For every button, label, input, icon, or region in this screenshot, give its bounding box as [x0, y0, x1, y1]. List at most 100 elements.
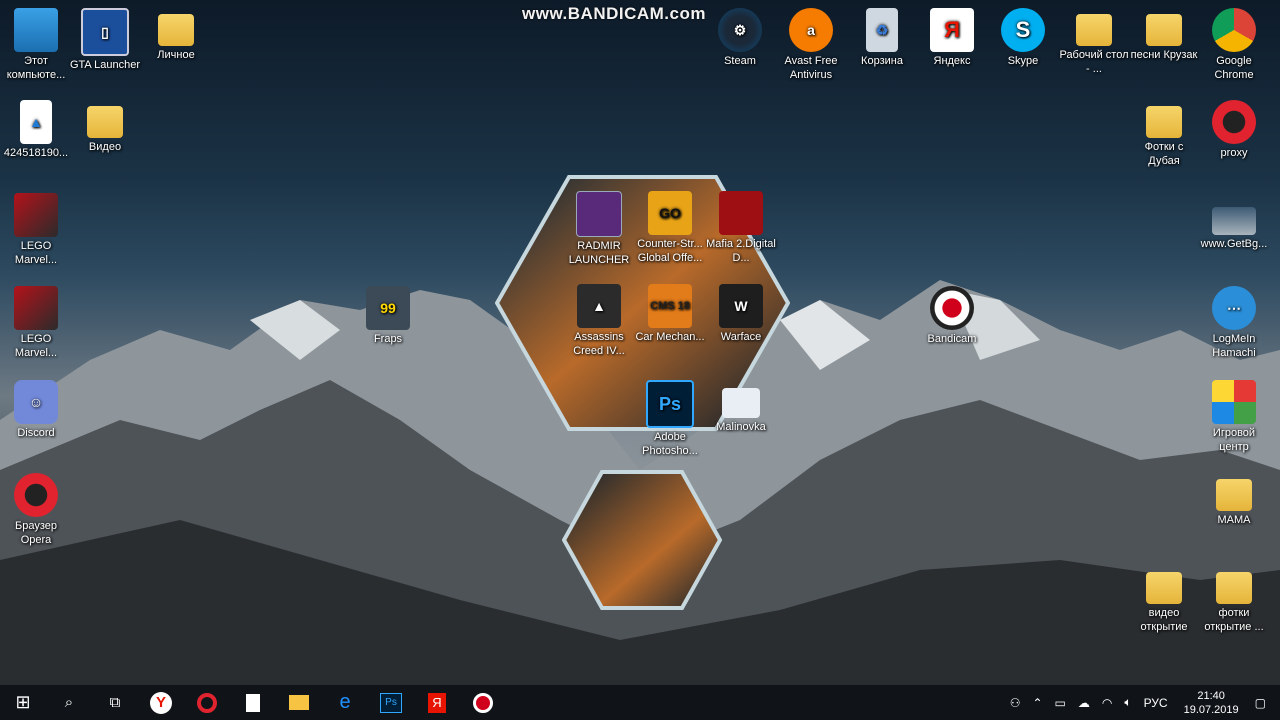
hex-fence-small — [562, 470, 722, 610]
lichnoe-folder[interactable]: Личное — [140, 8, 212, 62]
language-indicator[interactable]: РУС — [1144, 696, 1168, 710]
getbg-shortcut[interactable]: www.GetBg... — [1198, 193, 1270, 251]
chevron-up-icon[interactable]: ⌃ — [1032, 696, 1042, 710]
chrome-icon — [1212, 8, 1256, 52]
icon-label: Skype — [1007, 55, 1039, 67]
search-icon[interactable]: ⌕ — [46, 685, 92, 720]
battery-icon[interactable]: ▭ — [1055, 696, 1066, 710]
wifi-icon[interactable]: ◠ — [1102, 696, 1112, 710]
image-file-icon: ▲ — [20, 100, 52, 144]
task-view-icon[interactable]: ⧉ — [92, 685, 138, 720]
icon-label: GTA Launcher — [69, 59, 141, 71]
dubai-photos-folder[interactable]: Фотки с Дубая — [1128, 100, 1200, 168]
recycle-bin-icon: ♻ — [866, 8, 898, 52]
yandex-icon: Я — [930, 8, 974, 52]
icon-label: Корзина — [861, 55, 903, 67]
logmein-hamachi-shortcut[interactable]: ⋯ LogMeIn Hamachi — [1198, 286, 1270, 360]
mafia2-shortcut[interactable]: Mafia 2.Digital D... — [705, 191, 777, 265]
chrome-shortcut[interactable]: Google Chrome — [1198, 8, 1270, 82]
yandex-browser-taskbar-icon[interactable]: Y — [138, 685, 184, 720]
discord-shortcut[interactable]: ☺ Discord — [0, 380, 72, 440]
people-icon[interactable]: ⚇ — [1010, 696, 1021, 710]
photoshop-icon: Ps — [646, 380, 694, 428]
steam-shortcut[interactable]: ⚙ Steam — [704, 8, 776, 68]
yandex-taskbar-icon[interactable]: Я — [414, 685, 460, 720]
start-button[interactable]: ⊞ — [0, 685, 46, 720]
photoshop-taskbar-icon[interactable]: Ps — [368, 685, 414, 720]
bandicam-icon — [930, 286, 974, 330]
skype-shortcut[interactable]: S Skype — [987, 8, 1059, 68]
skype-icon: S — [1001, 8, 1045, 52]
icon-label: Steam — [724, 55, 756, 67]
icon-label: Mafia 2.Digital D... — [706, 238, 776, 264]
opera-browser-shortcut[interactable]: Браузер Opera — [0, 473, 72, 547]
icon-label: Warface — [720, 331, 762, 343]
clock-date: 19.07.2019 — [1183, 703, 1239, 716]
lego-marvel-icon — [14, 286, 58, 330]
car-mechanic-shortcut[interactable]: CMS 18 Car Mechan... — [634, 284, 706, 344]
image-file[interactable]: ▲ 424518190... — [0, 100, 72, 160]
notification-icon[interactable]: ▢ — [1255, 696, 1266, 710]
opera-icon — [1212, 100, 1256, 144]
video-opening-folder[interactable]: видео открытие — [1128, 566, 1200, 634]
file-explorer-taskbar-icon[interactable] — [276, 685, 322, 720]
songs-folder[interactable]: песни Крузак — [1128, 8, 1200, 62]
edge-taskbar-icon[interactable]: e — [322, 685, 368, 720]
this-pc-shortcut[interactable]: Этот компьюте... — [0, 8, 72, 82]
icon-label: Avast Free Antivirus — [784, 55, 838, 81]
photo-opening-folder[interactable]: фотки открытие ... — [1198, 566, 1270, 634]
icon-label: LEGO Marvel... — [14, 240, 58, 266]
lego-marvel-shortcut-2[interactable]: LEGO Marvel... — [0, 286, 72, 360]
opera-taskbar-icon[interactable] — [184, 685, 230, 720]
photoshop-shortcut[interactable]: Ps Adobe Photosho... — [634, 380, 706, 458]
rubik-cube-icon — [1212, 380, 1256, 424]
wallpaper-thumbnail-icon — [1212, 207, 1256, 235]
recycle-bin[interactable]: ♻ Корзина — [846, 8, 918, 68]
folder-icon — [1216, 572, 1252, 604]
icon-label: Fraps — [373, 333, 403, 345]
avast-icon: a — [789, 8, 833, 52]
malinovka-icon — [722, 388, 760, 418]
assassins-creed-shortcut[interactable]: ▲ Assassins Creed IV... — [563, 284, 635, 358]
icon-label: Google Chrome — [1214, 55, 1254, 81]
folder-icon — [1146, 14, 1182, 46]
icon-label: RADMIR LAUNCHER — [568, 240, 630, 266]
icon-label: LEGO Marvel... — [14, 333, 58, 359]
avast-shortcut[interactable]: a Avast Free Antivirus — [775, 8, 847, 82]
system-tray: ⚇ ⌃ ▭ ☁ ◠ 🔈︎ РУС 21:40 19.07.2019 ▢ — [1004, 685, 1280, 720]
yandex-shortcut[interactable]: Я Яндекс — [916, 8, 988, 68]
taskbar: ⊞ ⌕ ⧉ Y e Ps Я ⚇ ⌃ ▭ ☁ ◠ 🔈︎ РУС 21:40 19… — [0, 685, 1280, 720]
mama-folder[interactable]: MAMA — [1198, 473, 1270, 527]
assassins-creed-icon: ▲ — [577, 284, 621, 328]
icon-label: Личное — [157, 49, 195, 61]
video-folder[interactable]: Видео — [69, 100, 141, 154]
notepad-taskbar-icon[interactable] — [230, 685, 276, 720]
icon-label: 424518190... — [3, 147, 69, 159]
icon-label: видео открытие — [1140, 607, 1188, 633]
gta-launcher-icon: ▯ — [81, 8, 129, 56]
lego-marvel-shortcut-1[interactable]: LEGO Marvel... — [0, 193, 72, 267]
volume-icon[interactable]: 🔈︎ — [1124, 695, 1131, 710]
icon-label: www.GetBg... — [1200, 238, 1268, 250]
steam-icon: ⚙ — [718, 8, 762, 52]
csgo-shortcut[interactable]: GO Counter-Str... Global Offe... — [634, 191, 706, 265]
icon-label: Car Mechan... — [635, 331, 705, 343]
radmir-launcher-shortcut[interactable]: RADMIR LAUNCHER — [563, 191, 635, 267]
warface-shortcut[interactable]: W Warface — [705, 284, 777, 344]
folder-icon — [1146, 106, 1182, 138]
game-center-shortcut[interactable]: Игровой центр — [1198, 380, 1270, 454]
bandicam-taskbar-icon[interactable] — [460, 685, 506, 720]
icon-label: Браузер Opera — [15, 520, 57, 546]
icon-label: proxy — [1220, 147, 1248, 159]
discord-icon: ☺ — [14, 380, 58, 424]
workdesk-shortcut[interactable]: Рабочий стол - ... — [1058, 8, 1130, 76]
proxy-shortcut[interactable]: proxy — [1198, 100, 1270, 160]
clock[interactable]: 21:40 19.07.2019 — [1184, 689, 1239, 717]
malinovka-shortcut[interactable]: Malinovka — [705, 380, 777, 434]
bandicam-shortcut[interactable]: Bandicam — [916, 286, 988, 346]
icon-label: Фотки с Дубая — [1144, 141, 1184, 167]
csgo-icon: GO — [648, 191, 692, 235]
gta-launcher-shortcut[interactable]: ▯ GTA Launcher — [69, 8, 141, 72]
fraps-shortcut[interactable]: 99 Fraps — [352, 286, 424, 346]
onedrive-cloud-icon[interactable]: ☁ — [1078, 696, 1090, 710]
